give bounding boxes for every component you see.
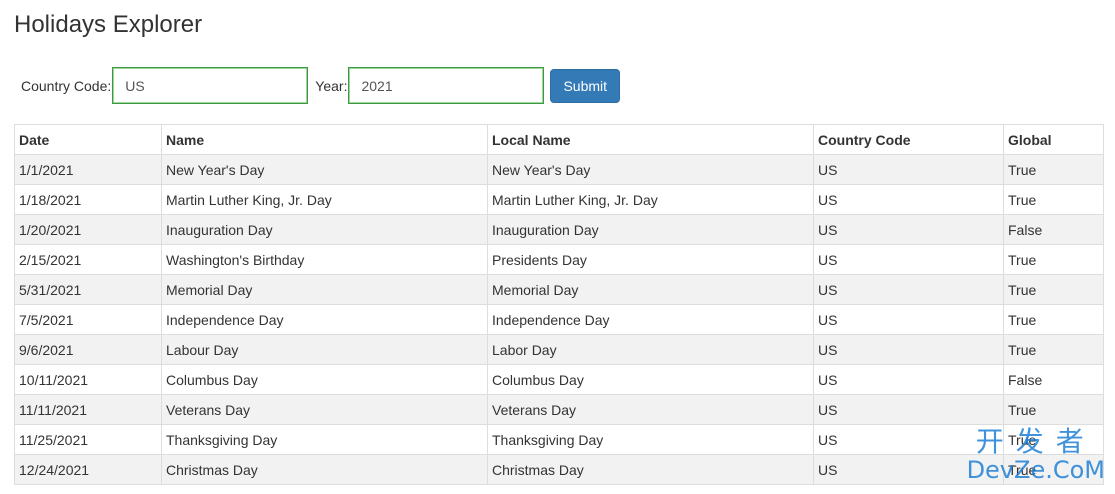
cell-date: 1/20/2021 [14, 214, 162, 245]
cell-global: True [1003, 274, 1104, 305]
cell-name: Washington's Birthday [161, 244, 488, 275]
column-header-global: Global [1003, 124, 1104, 155]
cell-name: Christmas Day [161, 454, 488, 485]
cell-date: 12/24/2021 [14, 454, 162, 485]
cell-name: Veterans Day [161, 394, 488, 425]
table-row: 1/20/2021 Inauguration Day Inauguration … [14, 214, 1104, 245]
table-row: 9/6/2021 Labour Day Labor Day US True [14, 334, 1104, 365]
cell-local-name: Memorial Day [487, 274, 814, 305]
cell-name: Inauguration Day [161, 214, 488, 245]
cell-date: 2/15/2021 [14, 244, 162, 275]
cell-date: 1/18/2021 [14, 184, 162, 215]
cell-local-name: Veterans Day [487, 394, 814, 425]
cell-local-name: Labor Day [487, 334, 814, 365]
cell-date: 9/6/2021 [14, 334, 162, 365]
year-input[interactable] [348, 67, 545, 104]
cell-local-name: New Year's Day [487, 154, 814, 185]
cell-name: Thanksgiving Day [161, 424, 488, 455]
table-row: 1/1/2021 New Year's Day New Year's Day U… [14, 154, 1104, 185]
cell-country-code: US [813, 364, 1004, 395]
cell-name: Memorial Day [161, 274, 488, 305]
country-code-label: Country Code: [21, 77, 112, 94]
year-label: Year: [315, 77, 348, 94]
cell-name: Labour Day [161, 334, 488, 365]
cell-date: 5/31/2021 [14, 274, 162, 305]
search-form: Country Code: Year: Submit [21, 67, 621, 104]
cell-country-code: US [813, 214, 1004, 245]
cell-local-name: Inauguration Day [487, 214, 814, 245]
cell-global: True [1003, 334, 1104, 365]
cell-name: Columbus Day [161, 364, 488, 395]
cell-name: New Year's Day [161, 154, 488, 185]
holidays-table: Date Name Local Name Country Code Global… [14, 124, 1104, 485]
cell-country-code: US [813, 394, 1004, 425]
cell-local-name: Christmas Day [487, 454, 814, 485]
cell-local-name: Presidents Day [487, 244, 814, 275]
cell-global: False [1003, 214, 1104, 245]
table-header-row: Date Name Local Name Country Code Global [14, 124, 1104, 155]
cell-local-name: Martin Luther King, Jr. Day [487, 184, 814, 215]
column-header-country-code: Country Code [813, 124, 1004, 155]
cell-name: Martin Luther King, Jr. Day [161, 184, 488, 215]
cell-local-name: Thanksgiving Day [487, 424, 814, 455]
cell-date: 7/5/2021 [14, 304, 162, 335]
page-title: Holidays Explorer [14, 11, 203, 38]
table-row: 1/18/2021 Martin Luther King, Jr. Day Ma… [14, 184, 1104, 215]
table-row: 11/11/2021 Veterans Day Veterans Day US … [14, 394, 1104, 425]
cell-country-code: US [813, 334, 1004, 365]
table-row: 12/24/2021 Christmas Day Christmas Day U… [14, 454, 1104, 485]
table-row: 7/5/2021 Independence Day Independence D… [14, 304, 1104, 335]
cell-local-name: Independence Day [487, 304, 814, 335]
cell-global: True [1003, 454, 1104, 485]
cell-country-code: US [813, 454, 1004, 485]
cell-name: Independence Day [161, 304, 488, 335]
cell-country-code: US [813, 304, 1004, 335]
cell-global: True [1003, 394, 1104, 425]
cell-country-code: US [813, 424, 1004, 455]
column-header-local-name: Local Name [487, 124, 814, 155]
table-row: 11/25/2021 Thanksgiving Day Thanksgiving… [14, 424, 1104, 455]
cell-date: 11/25/2021 [14, 424, 162, 455]
cell-date: 1/1/2021 [14, 154, 162, 185]
table-row: 2/15/2021 Washington's Birthday Presiden… [14, 244, 1104, 275]
cell-country-code: US [813, 184, 1004, 215]
cell-country-code: US [813, 274, 1004, 305]
cell-country-code: US [813, 244, 1004, 275]
submit-button[interactable]: Submit [550, 68, 621, 103]
cell-global: True [1003, 184, 1104, 215]
cell-date: 11/11/2021 [14, 394, 162, 425]
cell-global: True [1003, 424, 1104, 455]
cell-global: True [1003, 154, 1104, 185]
cell-global: True [1003, 244, 1104, 275]
cell-country-code: US [813, 154, 1004, 185]
cell-local-name: Columbus Day [487, 364, 814, 395]
cell-date: 10/11/2021 [14, 364, 162, 395]
column-header-date: Date [14, 124, 162, 155]
table-row: 5/31/2021 Memorial Day Memorial Day US T… [14, 274, 1104, 305]
cell-global: True [1003, 304, 1104, 335]
country-code-input[interactable] [112, 67, 309, 104]
cell-global: False [1003, 364, 1104, 395]
table-row: 10/11/2021 Columbus Day Columbus Day US … [14, 364, 1104, 395]
column-header-name: Name [161, 124, 488, 155]
